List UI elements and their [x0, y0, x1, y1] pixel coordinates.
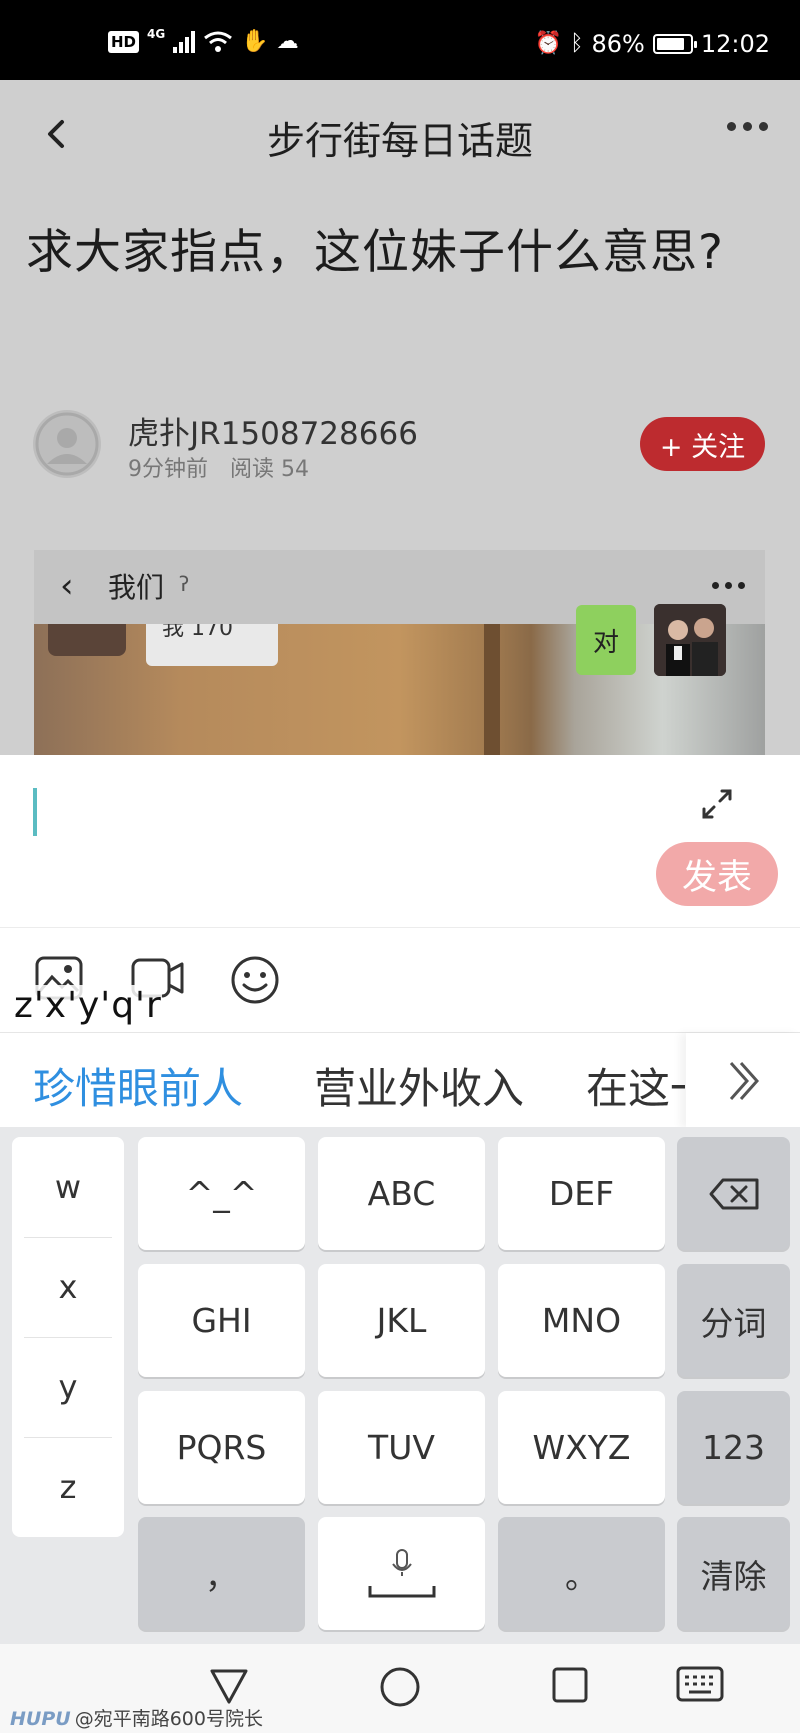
default-avatar-icon	[35, 412, 99, 476]
expand-button[interactable]	[700, 787, 734, 821]
author-name[interactable]: 虎扑JR1508728666	[128, 408, 418, 453]
period-key[interactable]: 。	[498, 1517, 665, 1630]
bluetooth-icon: ᛒ	[570, 31, 584, 56]
system-nav-bar: HUPU @宛平南路600号院长	[0, 1644, 800, 1733]
embedded-back-icon: ‹	[60, 566, 74, 606]
reply-input-cursor[interactable]	[33, 788, 37, 836]
embedded-more-icon	[712, 582, 745, 589]
battery-icon	[652, 34, 697, 54]
chat-bubble-icon: ☁	[276, 29, 299, 54]
embedded-left-avatar	[48, 624, 126, 656]
post-time: 9分钟前	[128, 457, 208, 482]
hd-badge: HD	[108, 31, 140, 53]
emoji-icon	[231, 956, 279, 1004]
candidate-expand-button[interactable]	[686, 1033, 800, 1128]
key-jkl[interactable]: JKL	[318, 1264, 485, 1377]
candidate-item[interactable]: 珍惜眼前人	[33, 1055, 243, 1116]
more-dots-icon	[727, 122, 736, 131]
battery-percent: 86%	[591, 30, 645, 58]
key-abc[interactable]: ABC	[318, 1137, 485, 1250]
wifi-icon	[204, 31, 233, 52]
embedded-avatar-photo	[654, 604, 726, 676]
do-not-disturb-hand-icon: ✋	[241, 29, 269, 54]
segment-key[interactable]: 分词	[677, 1264, 790, 1377]
key-mno[interactable]: MNO	[498, 1264, 665, 1377]
embedded-right-bubble: 对	[576, 605, 636, 675]
candidate-item[interactable]: 营业外收入	[314, 1055, 524, 1116]
numbers-key[interactable]: 123	[677, 1391, 790, 1504]
reply-panel: 发表 z'x'y'q'r	[0, 755, 800, 1032]
mic-icon	[368, 1548, 435, 1597]
page-title: 步行街每日话题	[266, 119, 533, 163]
nav-home-button[interactable]	[379, 1666, 421, 1712]
post-meta: 9分钟前 阅读 54	[128, 451, 309, 483]
clock: 12:02	[700, 30, 770, 58]
candidate-item[interactable]: 在这一	[586, 1055, 685, 1116]
author-avatar[interactable]	[33, 410, 101, 478]
filter-letter-key[interactable]: z	[12, 1437, 124, 1537]
letter-filter-column: w x y z	[12, 1137, 124, 1537]
key-pqrs[interactable]: PQRS	[138, 1391, 305, 1504]
ime-candidate-bar: 珍惜眼前人 营业外收入 在这一	[0, 1032, 800, 1128]
key-ghi[interactable]: GHI	[138, 1264, 305, 1377]
signal-icon	[173, 31, 196, 53]
embedded-door-frame	[484, 624, 500, 755]
network-type-badge: 4G	[147, 27, 166, 41]
double-chevron-right-icon	[729, 1061, 760, 1100]
filter-letter-key[interactable]: x	[12, 1237, 124, 1337]
embedded-left-bubble: 我 170	[146, 624, 278, 666]
ime-composing-text: z'x'y'q'r	[14, 985, 162, 1026]
filter-letter-key[interactable]: w	[12, 1137, 124, 1237]
emoji-button[interactable]	[230, 955, 280, 1009]
post-button[interactable]: 发表	[656, 842, 778, 906]
status-bar: HD 4G ✋ ☁ ⏰ ᛒ 86% 12:02	[0, 0, 800, 80]
author-row: 虎扑JR1508728666 9分钟前 阅读 54 + 关注	[0, 400, 800, 490]
nav-recents-button[interactable]	[551, 1666, 589, 1708]
keyboard-toggle-button[interactable]	[676, 1666, 724, 1706]
watermark-handle: @宛平南路600号院长	[74, 1708, 263, 1730]
hupu-logo: HUPU	[10, 1708, 71, 1730]
alarm-icon: ⏰	[534, 31, 563, 56]
post-title: 求大家指点，这位妹子什么意思?	[26, 225, 724, 280]
clear-key[interactable]: 清除	[677, 1517, 790, 1630]
panel-divider	[0, 927, 800, 928]
candidate-clip: 在这一	[580, 1033, 685, 1128]
key-tuv[interactable]: TUV	[318, 1391, 485, 1504]
key-emoticon[interactable]: ^_^	[138, 1137, 305, 1250]
triangle-back-icon	[210, 1669, 248, 1704]
backspace-key[interactable]	[677, 1137, 790, 1250]
app-header: 步行街每日话题	[0, 80, 800, 190]
key-def[interactable]: DEF	[498, 1137, 665, 1250]
keyboard-icon	[676, 1666, 724, 1702]
space-key[interactable]	[318, 1517, 485, 1630]
square-recents-icon	[552, 1667, 588, 1703]
embedded-right-avatar	[654, 604, 726, 676]
embedded-ear-icon: ʔ	[179, 572, 190, 596]
embedded-chat-title: 我们	[108, 571, 165, 604]
watermark: HUPU @宛平南路600号院长	[10, 1704, 263, 1731]
follow-button[interactable]: + 关注	[640, 417, 765, 471]
circle-home-icon	[380, 1667, 420, 1707]
backspace-icon	[709, 1178, 758, 1209]
expand-arrows-icon	[702, 789, 732, 819]
filter-letter-key[interactable]: y	[12, 1337, 124, 1437]
key-wxyz[interactable]: WXYZ	[498, 1391, 665, 1504]
battery-fill	[656, 38, 685, 50]
comma-key[interactable]: ，	[138, 1517, 305, 1630]
read-count: 阅读 54	[230, 457, 309, 482]
more-button[interactable]	[727, 122, 768, 131]
keyboard: w x y z ^_^ ABC DEF GHI JKL MNO 分词 PQRS …	[0, 1127, 800, 1644]
